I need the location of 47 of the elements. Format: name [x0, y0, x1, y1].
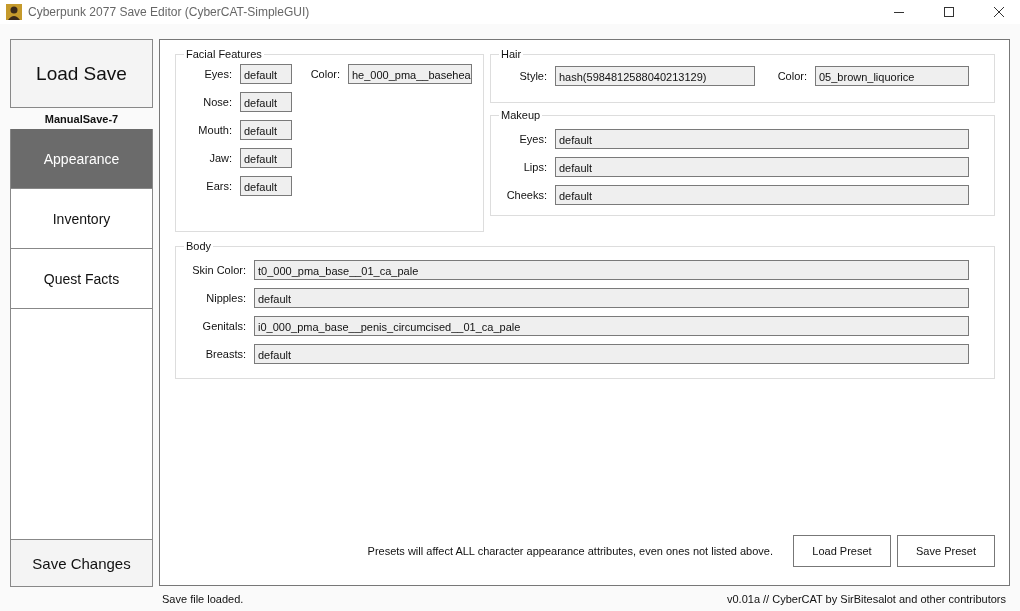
field-label: Eyes:: [518, 133, 547, 145]
group-title: Body: [185, 240, 213, 252]
presets-note: Presets will affect ALL character appearance attributes, even ones not listed above.: [367, 545, 773, 557]
input-field[interactable]: default: [240, 148, 292, 168]
preset-button[interactable]: Load Preset: [793, 535, 891, 567]
input-field[interactable]: default: [555, 157, 969, 177]
input-field[interactable]: default: [555, 185, 969, 205]
field-label: Style:: [518, 70, 547, 82]
field-label: Jaw:: [208, 152, 232, 164]
input-field[interactable]: default: [555, 129, 969, 149]
save-changes-button[interactable]: Save Changes: [11, 539, 152, 586]
group-title: Hair: [500, 48, 523, 60]
maximize-icon[interactable]: [944, 7, 954, 17]
save-name: ManualSave-7: [43, 112, 120, 127]
field-label: Ears:: [205, 180, 232, 192]
field-label: Skin Color:: [191, 264, 246, 276]
load-save-button[interactable]: Load Save: [10, 39, 153, 108]
input-field[interactable]: default: [240, 92, 292, 112]
input-field[interactable]: default: [240, 64, 292, 84]
input-field[interactable]: default: [254, 344, 969, 364]
close-icon[interactable]: [994, 7, 1004, 17]
nav-item[interactable]: Appearance: [11, 129, 152, 189]
window-title: Cyberpunk 2077 Save Editor (CyberCAT-SimpleGUI): [28, 5, 310, 19]
group-title: Makeup: [500, 109, 542, 121]
field-label: Breasts:: [204, 348, 246, 360]
field-label: Eyes:: [203, 68, 232, 80]
version-text: v0.01a // CyberCAT by SirBitesalot and other contributors: [727, 593, 1006, 605]
field-label: Color:: [309, 68, 340, 80]
input-field[interactable]: i0_000_pma_base__penis_circumcised__01_ca_pale: [254, 316, 969, 336]
preset-button[interactable]: Save Preset: [897, 535, 995, 567]
input-field[interactable]: default: [240, 120, 292, 140]
field-label: Genitals:: [201, 320, 246, 332]
status-text: Save file loaded.: [162, 593, 244, 605]
group-title: Facial Features: [185, 48, 263, 60]
input-field[interactable]: t0_000_pma_base__01_ca_pale: [254, 260, 969, 280]
character-portrait-icon: [6, 4, 22, 20]
input-field[interactable]: default: [240, 176, 292, 196]
field-label: Color:: [776, 70, 807, 82]
field-label: Nose:: [202, 96, 232, 108]
input-field[interactable]: he_000_pma__basehea: [348, 64, 472, 84]
field-label: Nipples:: [205, 292, 246, 304]
field-label: Cheeks:: [505, 189, 547, 201]
input-field[interactable]: default: [254, 288, 969, 308]
field-label: Lips:: [522, 161, 547, 173]
input-field[interactable]: 05_brown_liquorice: [815, 66, 969, 86]
field-label: Mouth:: [197, 124, 232, 136]
input-field[interactable]: hash(5984812588040213129): [555, 66, 755, 86]
